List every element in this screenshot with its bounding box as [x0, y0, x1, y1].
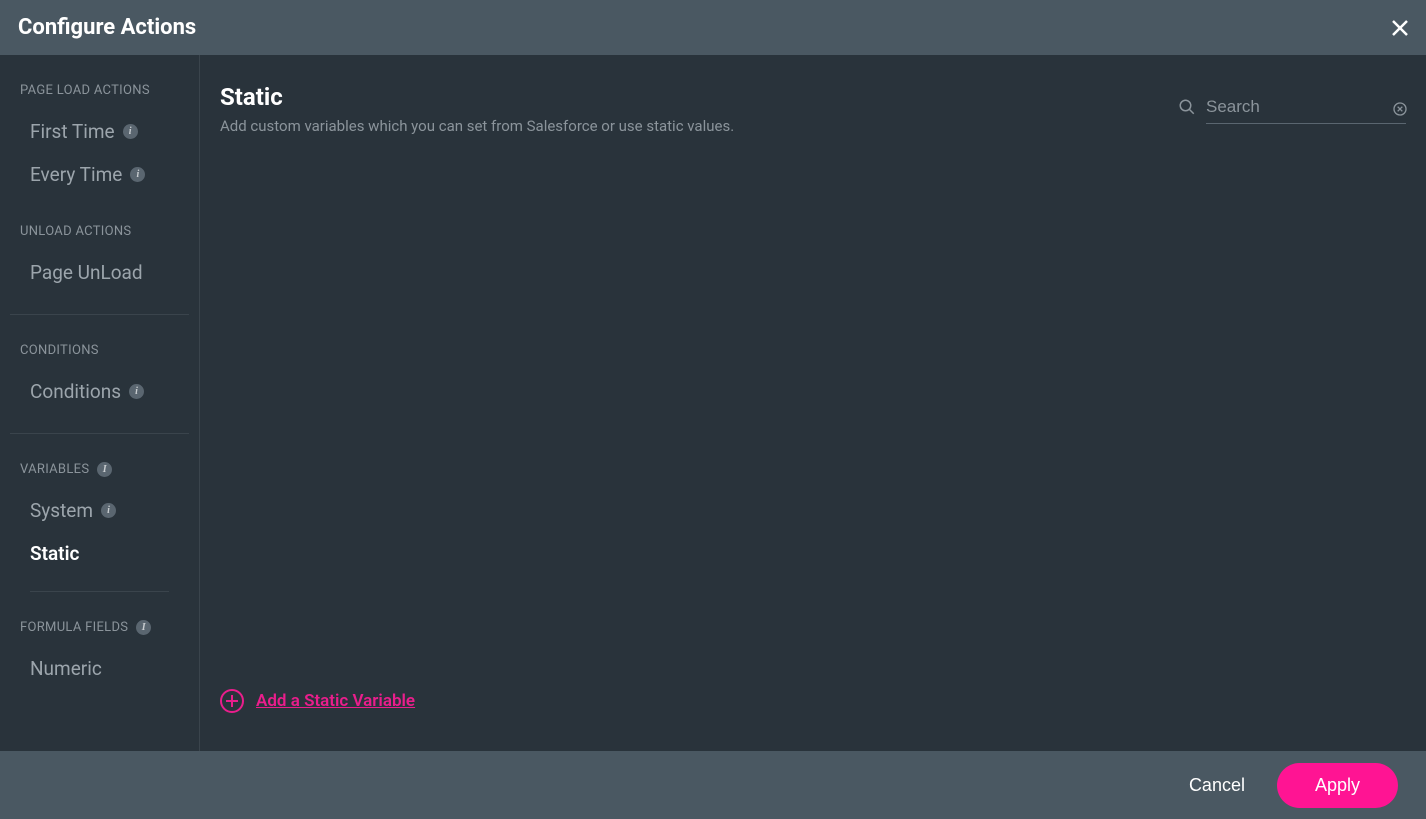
plus-circle-icon	[220, 689, 244, 713]
sidebar-divider	[10, 433, 189, 434]
search-wrap	[1178, 93, 1408, 124]
main-panel: Static Add custom variables which you ca…	[200, 55, 1426, 751]
sidebar-item-system[interactable]: Systemi	[0, 489, 199, 532]
info-icon[interactable]: i	[136, 620, 151, 635]
apply-button[interactable]: Apply	[1277, 763, 1398, 808]
sidebar-item-numeric[interactable]: Numeric	[0, 647, 199, 690]
dialog-title: Configure Actions	[18, 15, 196, 40]
sidebar-section-header: PAGE LOAD ACTIONS	[0, 83, 199, 98]
content-area	[220, 135, 1408, 689]
sidebar[interactable]: PAGE LOAD ACTIONS First Time i Every Time i U…	[0, 55, 200, 751]
main-header: Static Add custom variables which you ca…	[220, 83, 1408, 135]
close-button[interactable]	[1386, 14, 1414, 42]
sidebar-item-static[interactable]: Static	[0, 532, 199, 575]
sidebar-item-first-time[interactable]: First Time i	[0, 110, 199, 153]
sidebar-divider	[10, 314, 189, 315]
sidebar-item-label: Page UnLoad	[30, 261, 143, 284]
sidebar-item-conditions[interactable]: Conditions i	[0, 370, 199, 413]
sidebar-item-label: System	[30, 499, 93, 522]
main-subtitle: Add custom variables which you can set f…	[220, 117, 1178, 135]
sidebar-section-header: VARIABLES i	[0, 462, 199, 477]
sidebar-section-label: PAGE LOAD ACTIONS	[20, 83, 150, 98]
sidebar-section-header: FORMULA FIELDS i	[0, 620, 199, 635]
sidebar-item-label: Every Time	[30, 163, 122, 186]
info-icon[interactable]: i	[101, 503, 116, 518]
cancel-button[interactable]: Cancel	[1189, 775, 1245, 796]
dialog-body: PAGE LOAD ACTIONS First Time i Every Time i U…	[0, 55, 1426, 751]
sidebar-section-label: FORMULA FIELDS	[20, 620, 128, 635]
sidebar-item-label: Conditions	[30, 380, 121, 403]
search-input[interactable]	[1206, 93, 1406, 124]
dialog-footer: Cancel Apply	[0, 751, 1426, 819]
add-static-variable-button[interactable]: Add a Static Variable	[220, 689, 1408, 731]
info-icon[interactable]: i	[123, 124, 138, 139]
sidebar-item-label: Static	[30, 542, 79, 565]
sidebar-section-label: UNLOAD ACTIONS	[20, 224, 131, 239]
info-icon[interactable]: i	[130, 167, 145, 182]
sidebar-item-every-time[interactable]: Every Time i	[0, 153, 199, 196]
main-title-block: Static Add custom variables which you ca…	[220, 83, 1178, 135]
info-icon[interactable]: i	[129, 384, 144, 399]
add-static-variable-label: Add a Static Variable	[256, 691, 415, 711]
search-icon	[1178, 98, 1196, 120]
sidebar-section-header: CONDITIONS	[0, 343, 199, 358]
sidebar-divider	[30, 591, 169, 592]
info-icon[interactable]: i	[97, 462, 112, 477]
sidebar-item-label: Numeric	[30, 657, 102, 680]
sidebar-item-page-unload[interactable]: Page UnLoad	[0, 251, 199, 294]
close-icon	[1388, 16, 1412, 40]
sidebar-item-label: First Time	[30, 120, 115, 143]
sidebar-section-label: VARIABLES	[20, 462, 89, 477]
sidebar-section-header: UNLOAD ACTIONS	[0, 224, 199, 239]
main-title: Static	[220, 83, 1178, 111]
dialog-header: Configure Actions	[0, 0, 1426, 55]
clear-search-button[interactable]	[1392, 101, 1408, 117]
sidebar-section-label: CONDITIONS	[20, 343, 99, 358]
